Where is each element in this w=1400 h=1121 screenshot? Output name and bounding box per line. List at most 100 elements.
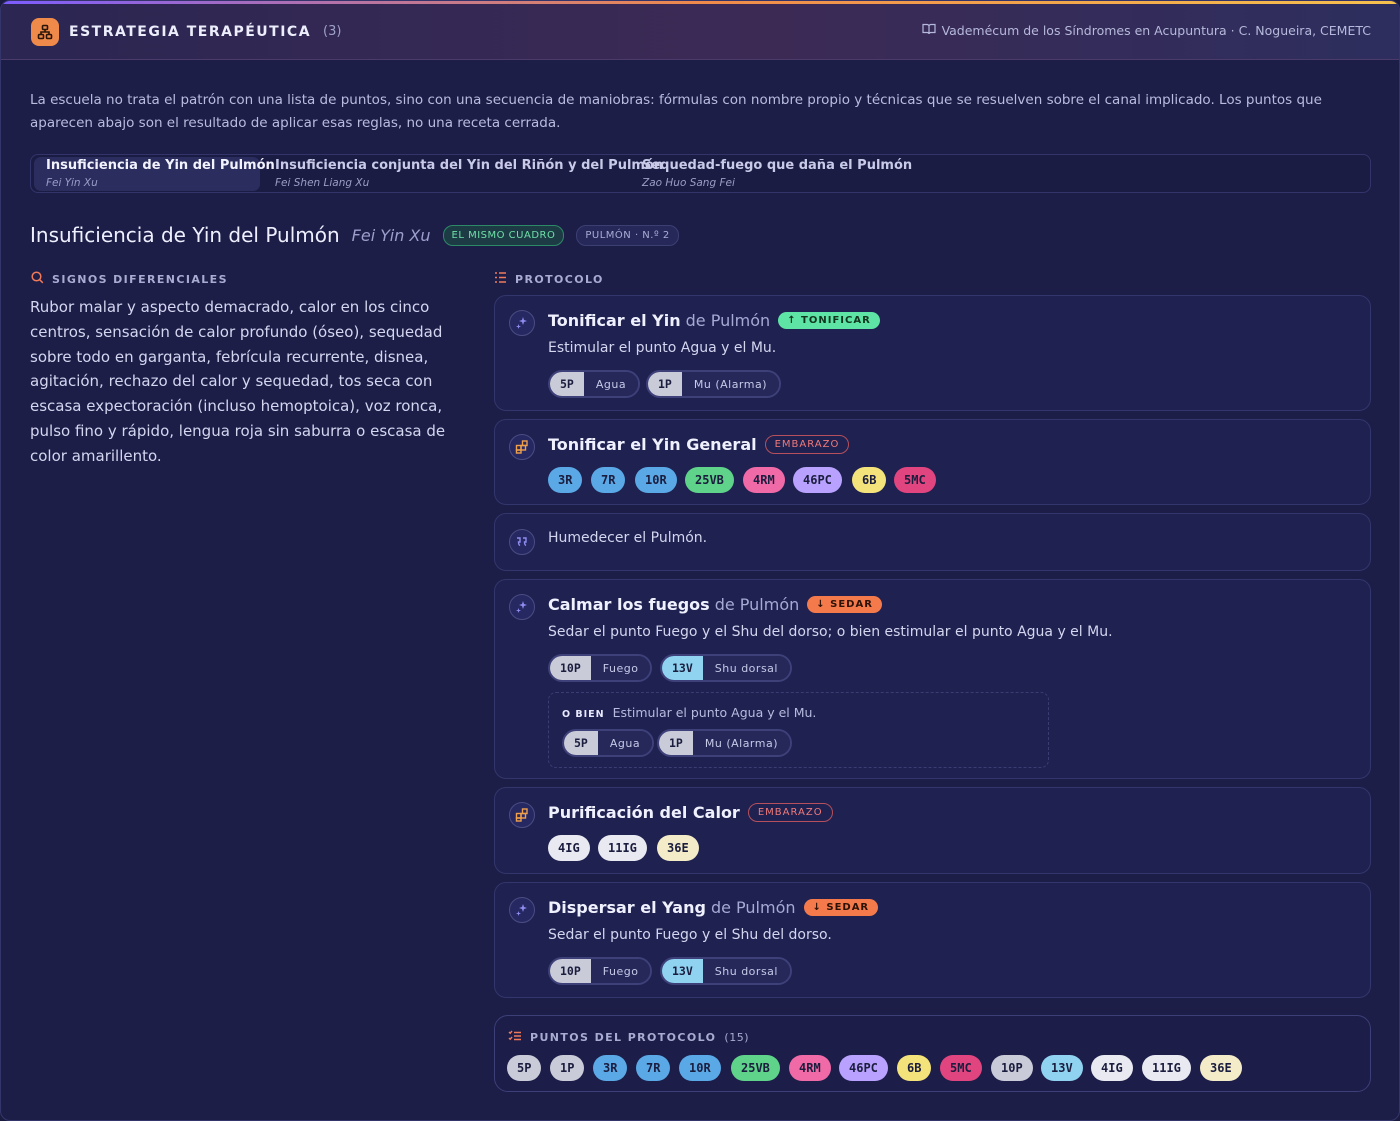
point-pill[interactable]: 5P Agua xyxy=(562,729,655,757)
point-chip[interactable]: 46PC xyxy=(793,467,842,493)
point-chip[interactable]: 5P xyxy=(507,1055,542,1081)
step-title-rest: de Pulmón xyxy=(710,898,796,917)
point-chip[interactable]: 3R xyxy=(548,467,583,493)
point-chip[interactable]: 4RM xyxy=(789,1055,831,1081)
tab-label: Insuficiencia conjunta del Yin del Riñón… xyxy=(275,158,664,173)
differential-signs-text: Rubor malar y aspecto demacrado, calor e… xyxy=(30,298,446,465)
protocol-points-summary: PUNTOS DEL PROTOCOLO (15) 5P 1P 3R 7R 10… xyxy=(494,1015,1371,1092)
point-chip[interactable]: 6B xyxy=(852,467,887,493)
step-title-bold: Tonificar el Yin General xyxy=(548,435,757,454)
point-chip[interactable]: 11IG xyxy=(598,835,647,861)
tab-zao-huo-sang-fei[interactable]: Sequedad-fuego que daña el Pulmón Zao Hu… xyxy=(630,157,924,191)
step-title-bold: Tonificar el Yin xyxy=(548,311,681,330)
source-reference[interactable]: Vademécum de los Síndromes en Acupuntura… xyxy=(921,23,1371,38)
checklist-icon xyxy=(508,1030,522,1045)
summary-label-text: PUNTOS DEL PROTOCOLO xyxy=(530,1031,717,1044)
point-pill[interactable]: 10P Fuego xyxy=(548,957,653,985)
section-pinyin: Fei Yin Xu xyxy=(351,225,431,245)
step-title: Dispersar el Yang de Pulmón ↓ SEDAR xyxy=(548,898,879,917)
point-pill[interactable]: 5P Agua xyxy=(548,370,641,398)
tab-pinyin: Zao Huo Sang Fei xyxy=(642,177,735,189)
point-chip[interactable]: 4IG xyxy=(548,835,590,861)
point-chip[interactable]: 10P xyxy=(991,1055,1033,1081)
point-role: Agua xyxy=(597,731,653,755)
step-title-bold: Purificación del Calor xyxy=(548,803,740,822)
protocol-step: Humedecer el Pulmón. xyxy=(494,513,1371,571)
alternative-header: O BIEN Estimular el punto Agua y el Mu. xyxy=(562,705,816,720)
list-icon xyxy=(494,271,507,287)
point-chip[interactable]: 1P xyxy=(550,1055,585,1081)
protocol-label: PROTOCOLO xyxy=(494,271,604,287)
point-chip[interactable]: 5MC xyxy=(894,467,936,493)
point-role: Shu dorsal xyxy=(702,656,790,680)
panel-header: ESTRATEGIA TERAPÉUTICA (3) Vademécum de … xyxy=(1,4,1399,60)
protocol-step: Purificación del Calor EMBARAZO 4IG 11IG… xyxy=(494,787,1371,874)
protocol-step: Calmar los fuegos de Pulmón ↓ SEDAR Seda… xyxy=(494,579,1371,779)
panel-title: ESTRATEGIA TERAPÉUTICA xyxy=(69,23,312,40)
step-description: Humedecer el Pulmón. xyxy=(548,530,708,546)
point-role: Mu (Alarma) xyxy=(681,372,780,396)
point-chip[interactable]: 4IG xyxy=(1091,1055,1133,1081)
point-pill[interactable]: 10P Fuego xyxy=(548,654,653,682)
tab-pinyin: Fei Yin Xu xyxy=(46,177,98,189)
quote-icon xyxy=(509,529,535,555)
sparkle-icon xyxy=(509,310,535,336)
step-title-rest: de Pulmón xyxy=(714,595,800,614)
point-role: Fuego xyxy=(590,656,651,680)
point-pill[interactable]: 1P Mu (Alarma) xyxy=(657,729,793,757)
point-chip[interactable]: 7R xyxy=(636,1055,671,1081)
point-code: 5P xyxy=(550,372,584,396)
tab-fei-yin-xu[interactable]: Insuficiencia de Yin del Pulmón Fei Yin … xyxy=(34,157,275,191)
step-title: Calmar los fuegos de Pulmón ↓ SEDAR xyxy=(548,595,882,614)
step-title: Purificación del Calor EMBARAZO xyxy=(548,803,833,822)
tab-label: Insuficiencia de Yin del Pulmón xyxy=(46,158,275,173)
point-chip[interactable]: 11IG xyxy=(1142,1055,1191,1081)
step-title-bold: Dispersar el Yang xyxy=(548,898,706,917)
strategy-panel: ESTRATEGIA TERAPÉUTICA (3) Vademécum de … xyxy=(0,0,1400,1121)
tab-pinyin: Fei Shen Liang Xu xyxy=(275,177,370,189)
point-chip[interactable]: 6B xyxy=(897,1055,932,1081)
grid-icon xyxy=(509,802,535,828)
point-chip[interactable]: 3R xyxy=(593,1055,628,1081)
summary-label: PUNTOS DEL PROTOCOLO (15) xyxy=(508,1030,749,1045)
sedate-tag: ↓ SEDAR xyxy=(807,596,882,613)
source-text: Vademécum de los Síndromes en Acupuntura… xyxy=(941,23,1371,38)
point-code: 10P xyxy=(550,959,591,983)
point-role: Agua xyxy=(583,372,639,396)
point-role: Mu (Alarma) xyxy=(692,731,791,755)
step-title: Tonificar el Yin de Pulmón ↑ TONIFICAR xyxy=(548,311,880,330)
point-chip[interactable]: 25VB xyxy=(731,1055,780,1081)
point-chip[interactable]: 25VB xyxy=(685,467,734,493)
point-code: 13V xyxy=(662,959,703,983)
point-code: 13V xyxy=(662,656,703,680)
book-icon xyxy=(921,23,936,38)
section-heading: Insuficiencia de Yin del Pulmón Fei Yin … xyxy=(30,223,679,247)
point-chip[interactable]: 10R xyxy=(635,467,677,493)
point-code: 1P xyxy=(659,731,693,755)
same-pattern-badge: EL MISMO CUADRO xyxy=(442,224,565,246)
sparkle-icon xyxy=(509,594,535,620)
point-chip[interactable]: 13V xyxy=(1041,1055,1083,1081)
point-chip[interactable]: 10R xyxy=(679,1055,721,1081)
point-pill[interactable]: 13V Shu dorsal xyxy=(660,654,792,682)
point-chip[interactable]: 36E xyxy=(657,835,699,861)
step-title-bold: Calmar los fuegos xyxy=(548,595,710,614)
pregnancy-warning-tag: EMBARAZO xyxy=(764,435,850,454)
signs-label: SIGNOS DIFERENCIALES xyxy=(31,271,228,287)
point-chip[interactable]: 4RM xyxy=(743,467,785,493)
tab-fei-shen-liang-xu[interactable]: Insuficiencia conjunta del Yin del Riñón… xyxy=(263,157,675,191)
intro-text: La escuela no trata el patrón con una li… xyxy=(30,92,1322,131)
signs-label-text: SIGNOS DIFERENCIALES xyxy=(52,272,228,286)
protocol-label-text: PROTOCOLO xyxy=(515,272,604,286)
panel-count: (3) xyxy=(323,24,342,39)
step-title-rest: de Pulmón xyxy=(685,311,771,330)
point-chip[interactable]: 46PC xyxy=(839,1055,888,1081)
step-description: Sedar el punto Fuego y el Shu del dorso;… xyxy=(548,624,1113,640)
point-pill[interactable]: 13V Shu dorsal xyxy=(660,957,792,985)
point-chip[interactable]: 36E xyxy=(1200,1055,1242,1081)
point-chip[interactable]: 7R xyxy=(591,467,626,493)
tab-label: Sequedad-fuego que daña el Pulmón xyxy=(642,158,913,173)
point-chip[interactable]: 5MC xyxy=(940,1055,982,1081)
point-pill[interactable]: 1P Mu (Alarma) xyxy=(646,370,782,398)
step-title: Tonificar el Yin General EMBARAZO xyxy=(548,435,850,454)
